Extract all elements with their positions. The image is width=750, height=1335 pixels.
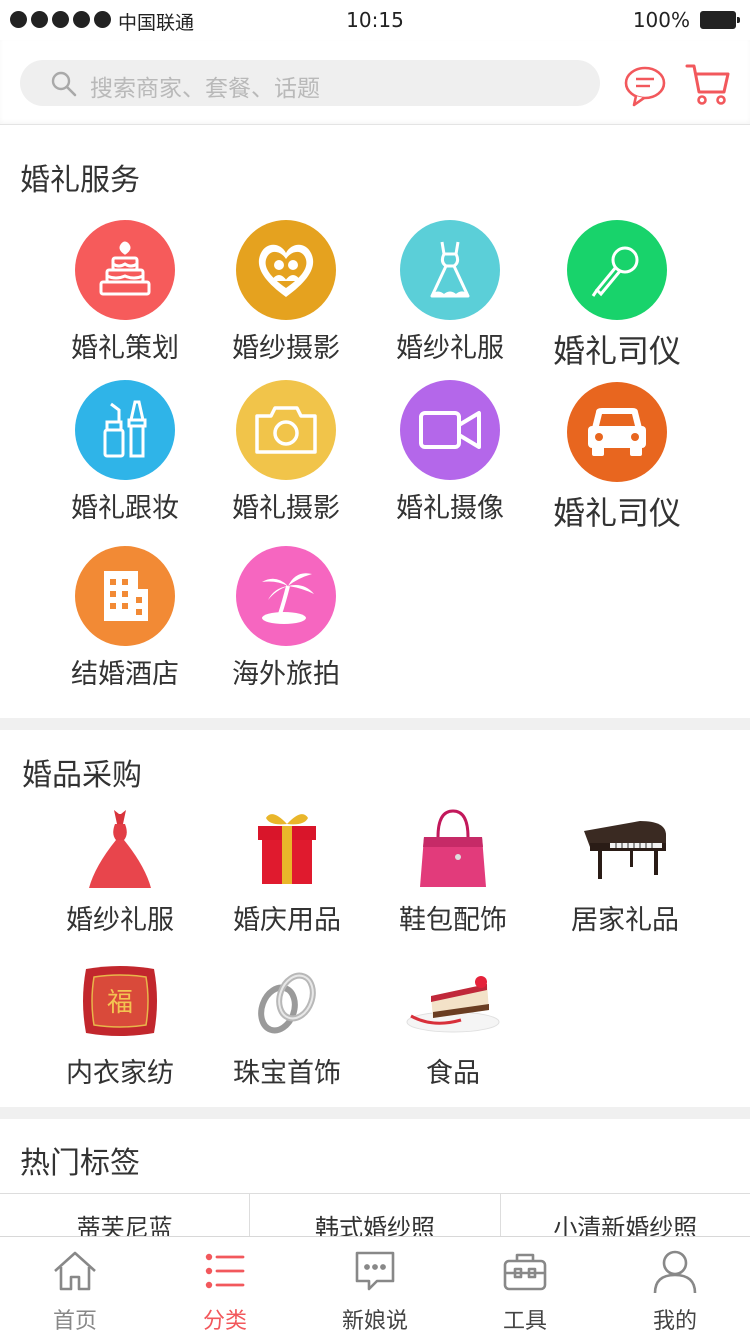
tab-label: 分类	[202, 1309, 247, 1334]
cake-slice-icon	[403, 958, 503, 1043]
hot-tags-row: 蒂芙尼蓝 韩式婚纱照 小清新婚纱照	[0, 1193, 750, 1242]
service-item-hotel[interactable]: 结婚酒店	[45, 546, 205, 691]
tab-bride-talk[interactable]: 新娘说	[300, 1237, 450, 1334]
shopping-cart-icon[interactable]	[684, 60, 732, 108]
service-item-bridal-photo[interactable]: 婚纱摄影	[206, 220, 366, 365]
service-label: 婚纱礼服	[396, 333, 504, 364]
tab-mine[interactable]: 我的	[600, 1237, 750, 1334]
service-item-video[interactable]: 婚礼摄像	[370, 380, 530, 525]
list-icon	[205, 1253, 245, 1289]
tab-tools[interactable]: 工具	[450, 1237, 600, 1334]
goods-label: 食品	[426, 1058, 480, 1089]
camera-icon	[236, 380, 336, 480]
hot-tag[interactable]: 韩式婚纱照	[250, 1194, 501, 1242]
goods-label: 婚纱礼服	[66, 905, 174, 936]
video-camera-icon	[400, 380, 500, 480]
battery-icon	[700, 11, 740, 29]
service-label: 婚礼策划	[71, 333, 179, 364]
service-item-travel[interactable]: 海外旅拍	[206, 546, 366, 691]
service-label: 婚礼司仪	[552, 332, 681, 370]
search-placeholder: 搜索商家、套餐、话题	[90, 76, 320, 102]
goods-item-jewelry[interactable]: 珠宝首饰	[202, 958, 372, 1090]
hot-tag[interactable]: 蒂芙尼蓝	[0, 1194, 251, 1242]
red-gown-icon	[70, 805, 170, 890]
goods-label: 婚庆用品	[233, 905, 341, 936]
goods-label: 居家礼品	[571, 905, 679, 936]
goods-label: 珠宝首饰	[233, 1058, 341, 1089]
search-header: 搜索商家、套餐、话题	[0, 40, 750, 125]
tab-label: 我的	[652, 1309, 697, 1334]
goods-label: 内衣家纺	[66, 1058, 174, 1089]
section-divider	[0, 718, 750, 730]
hotel-icon	[75, 546, 175, 646]
status-bar: 中国联通 10:15 100%	[0, 0, 750, 40]
goods-label: 鞋包配饰	[399, 905, 507, 936]
hot-tags-title: 热门标签	[20, 1146, 140, 1181]
service-item-car[interactable]: 婚礼司仪	[537, 382, 697, 534]
message-icon[interactable]	[622, 64, 668, 108]
cake-icon	[75, 220, 175, 320]
home-icon	[54, 1251, 96, 1291]
search-input[interactable]: 搜索商家、套餐、话题	[20, 60, 600, 106]
wedding-goods-title: 婚品采购	[22, 758, 142, 793]
pillow-icon: 福	[70, 958, 170, 1043]
microphone-icon	[567, 220, 667, 320]
piano-icon	[575, 805, 675, 890]
goods-item-textiles[interactable]: 福 内衣家纺	[35, 958, 205, 1090]
dress-icon	[400, 220, 500, 320]
goods-item-gown[interactable]: 婚纱礼服	[35, 805, 205, 937]
tab-home[interactable]: 首页	[0, 1237, 150, 1334]
search-icon	[51, 71, 77, 97]
chat-icon	[355, 1251, 395, 1291]
car-icon	[567, 382, 667, 482]
gift-box-icon	[237, 805, 337, 890]
palm-island-icon	[236, 546, 336, 646]
battery-percentage: 100%	[632, 8, 690, 32]
service-label: 婚纱摄影	[232, 333, 340, 364]
tab-label: 新娘说	[341, 1309, 408, 1334]
goods-item-food[interactable]: 食品	[368, 958, 538, 1090]
service-label: 结婚酒店	[71, 659, 179, 690]
section-divider	[0, 1107, 750, 1119]
service-label: 婚礼跟妆	[71, 493, 179, 524]
tab-label: 工具	[502, 1309, 547, 1334]
service-item-planning[interactable]: 婚礼策划	[45, 220, 205, 365]
service-item-gown[interactable]: 婚纱礼服	[370, 220, 530, 365]
makeup-icon	[75, 380, 175, 480]
service-label: 海外旅拍	[232, 659, 340, 690]
goods-item-supplies[interactable]: 婚庆用品	[202, 805, 372, 937]
service-item-photography[interactable]: 婚礼摄影	[206, 380, 366, 525]
hot-tag[interactable]: 小清新婚纱照	[501, 1194, 750, 1242]
couple-heart-icon	[236, 220, 336, 320]
service-item-host[interactable]: 婚礼司仪	[537, 220, 697, 372]
toolbox-icon	[503, 1253, 547, 1291]
bottom-tab-bar: 首页 分类 新娘说 工具 我的	[0, 1236, 750, 1334]
tab-category[interactable]: 分类	[150, 1237, 300, 1334]
user-icon	[653, 1250, 697, 1294]
wedding-services-title: 婚礼服务	[20, 163, 140, 198]
goods-item-bags[interactable]: 鞋包配饰	[368, 805, 538, 937]
tab-label: 首页	[52, 1309, 97, 1334]
service-label: 婚礼摄像	[396, 493, 504, 524]
service-label: 婚礼司仪	[552, 494, 681, 532]
goods-item-home-gifts[interactable]: 居家礼品	[540, 805, 710, 937]
rings-icon	[237, 958, 337, 1043]
service-item-makeup[interactable]: 婚礼跟妆	[45, 380, 205, 525]
pillow-text: 福	[107, 988, 133, 1018]
handbag-icon	[403, 805, 503, 890]
service-label: 婚礼摄影	[232, 493, 340, 524]
